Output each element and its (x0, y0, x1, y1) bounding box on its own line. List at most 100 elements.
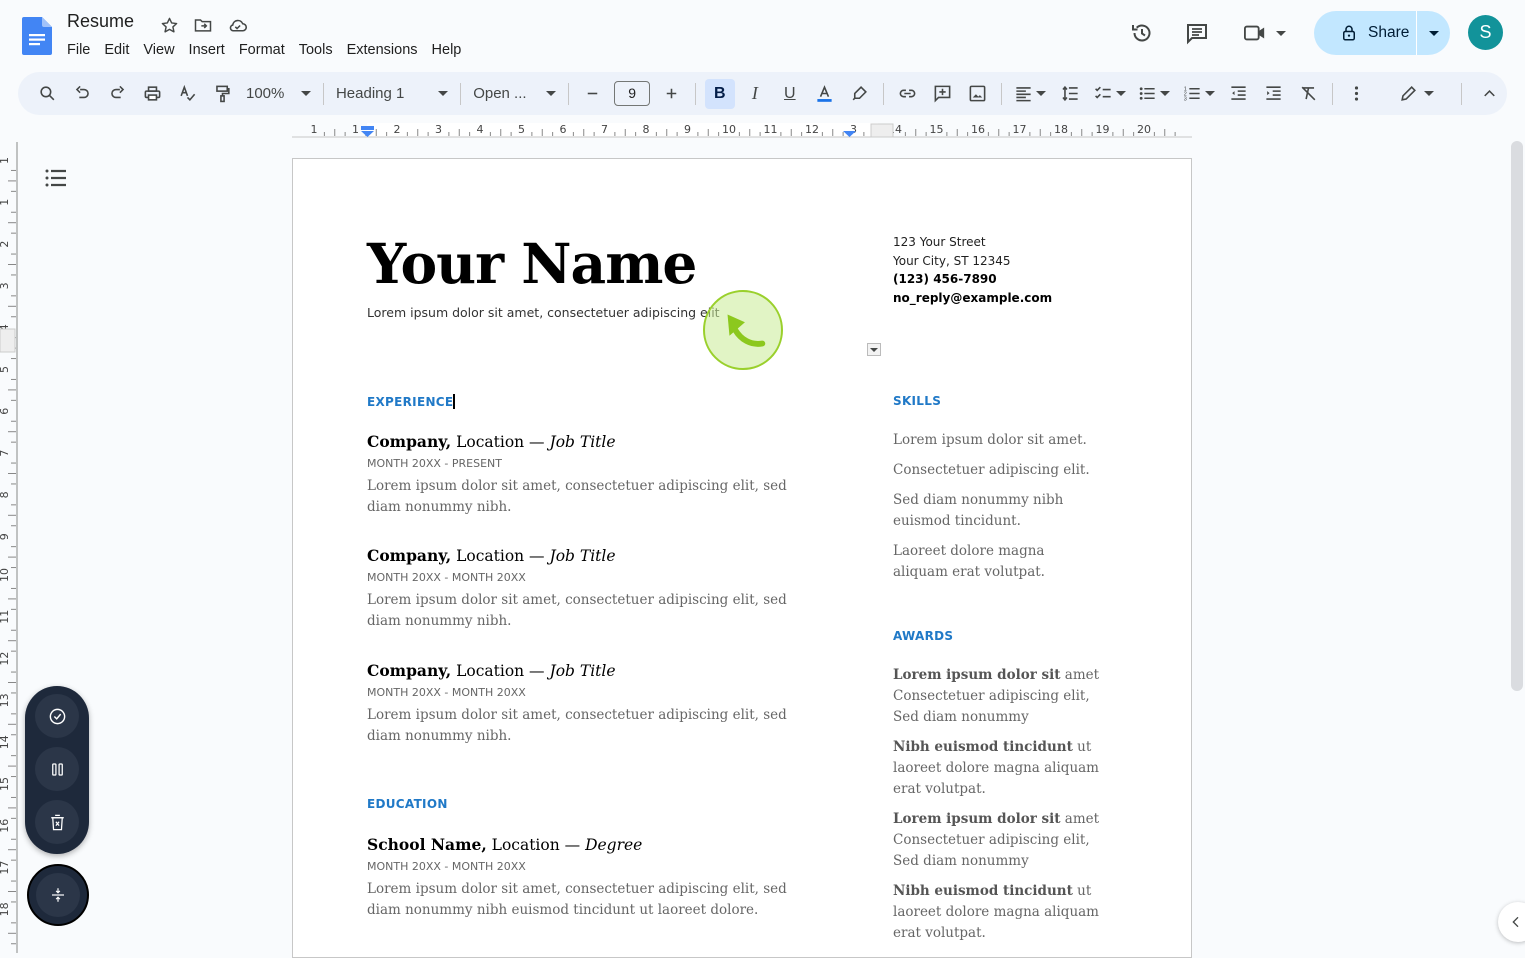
chevron-left-icon (1512, 916, 1519, 928)
menu-tools[interactable]: Tools (292, 40, 340, 60)
education-entry[interactable]: School Name, Location — Degree MONTH 20X… (367, 835, 817, 920)
job-entry[interactable]: Company, Location — Job Title MONTH 20XX… (367, 432, 817, 517)
bold-icon: B (714, 84, 726, 102)
document-page[interactable]: Your Name Lorem ipsum dolor sit amet, co… (292, 158, 1192, 958)
chevron-down-icon (1036, 91, 1047, 96)
line-spacing-button[interactable] (1055, 79, 1085, 109)
decrease-indent-button[interactable] (1223, 79, 1253, 109)
curved-arrow-icon (727, 314, 766, 347)
menu-view[interactable]: View (136, 40, 181, 60)
awards-heading[interactable]: AWARDS (893, 629, 953, 643)
clear-formatting-button[interactable] (1293, 79, 1323, 109)
menu-extensions[interactable]: Extensions (340, 40, 425, 60)
share-options-button[interactable] (1417, 11, 1450, 55)
education-heading[interactable]: EDUCATION (367, 797, 448, 811)
hide-menus-button[interactable] (1474, 79, 1504, 109)
search-icon (40, 86, 55, 101)
vertical-ruler[interactable]: 1123456789101112131415161718 (0, 142, 18, 953)
menu-edit[interactable]: Edit (97, 40, 136, 60)
ruler-label: 1 (0, 199, 11, 206)
paint-format-button[interactable] (208, 79, 238, 109)
menu-insert[interactable]: Insert (182, 40, 232, 60)
increase-indent-button[interactable] (1258, 79, 1288, 109)
ruler-label: 2 (0, 241, 11, 248)
checklist-button[interactable] (1090, 79, 1129, 109)
contact-info[interactable]: 123 Your Street Your City, ST 12345 (123… (893, 233, 1052, 307)
google-docs-icon[interactable] (22, 17, 52, 55)
paragraph-style-select[interactable]: Heading 1 (330, 85, 454, 102)
discard-recording-button[interactable] (35, 800, 79, 844)
experience-heading[interactable]: EXPERIENCE (367, 394, 455, 409)
video-call-button[interactable] (1237, 13, 1291, 53)
bold-button[interactable]: B (704, 78, 735, 109)
insert-link-button[interactable] (893, 79, 923, 109)
skills-list[interactable]: Lorem ipsum dolor sit amet. Consectetuer… (893, 430, 1103, 592)
font-select[interactable]: Open ... (467, 85, 562, 102)
underline-button[interactable]: U (775, 79, 805, 109)
comments-icon[interactable] (1177, 13, 1217, 53)
document-title[interactable]: Resume (67, 11, 134, 32)
increase-font-size-button[interactable] (657, 79, 687, 109)
job-title: Job Title (549, 547, 616, 565)
job-title: Job Title (549, 662, 616, 680)
finish-recording-button[interactable] (35, 694, 79, 738)
resume-name[interactable]: Your Name (367, 231, 697, 296)
awards-list[interactable]: Lorem ipsum dolor sit amet Consectetuer … (893, 665, 1103, 953)
table-options-button[interactable] (867, 343, 881, 356)
italic-button[interactable]: I (740, 79, 770, 109)
highlight-color-button[interactable] (845, 79, 875, 109)
pencil-icon (1401, 86, 1416, 101)
font-size-input[interactable]: 9 (613, 81, 651, 106)
job-entry[interactable]: Company, Location — Job Title MONTH 20XX… (367, 546, 817, 631)
version-history-icon[interactable] (1122, 13, 1162, 53)
menu-file[interactable]: File (60, 40, 97, 60)
collapse-widget-button[interactable] (27, 864, 89, 926)
first-line-indent-marker (361, 126, 374, 130)
horizontal-ruler[interactable]: 1 1 2 3 4 5 6 7 8 9 10 11 12 3 14 15 16 17 18 19 20 (0, 120, 1508, 142)
search-menus-button[interactable] (33, 79, 63, 109)
document-outline-button[interactable] (44, 167, 68, 189)
text-color-button[interactable] (810, 79, 840, 109)
avatar[interactable]: S (1468, 15, 1503, 50)
spell-check-icon (180, 84, 196, 101)
share-button[interactable]: Share (1314, 11, 1416, 55)
redo-icon (111, 85, 125, 99)
menu-help[interactable]: Help (425, 40, 469, 60)
resume-subtitle[interactable]: Lorem ipsum dolor sit amet, consectetuer… (367, 305, 720, 320)
editing-mode-button[interactable] (1392, 79, 1441, 109)
decrease-font-size-button[interactable] (577, 79, 607, 109)
more-options-button[interactable] (1341, 79, 1371, 109)
bulleted-list-button[interactable] (1135, 79, 1174, 109)
ruler-label: 8 (643, 123, 650, 136)
zoom-select[interactable]: 100% (240, 85, 317, 102)
star-icon[interactable] (158, 14, 180, 36)
redo-button[interactable] (103, 79, 133, 109)
spelling-button[interactable] (173, 79, 203, 109)
align-button[interactable] (1011, 79, 1050, 109)
toolbar-divider (322, 82, 324, 105)
menu-format[interactable]: Format (232, 40, 292, 60)
numbered-list-button[interactable]: 123 (1179, 79, 1218, 109)
ruler-label: 8 (0, 491, 11, 498)
underline-icon: U (784, 84, 796, 102)
insert-image-button[interactable] (963, 79, 993, 109)
skills-heading[interactable]: SKILLS (893, 394, 941, 408)
scrollbar-thumb[interactable] (1511, 141, 1523, 691)
pause-recording-button[interactable] (35, 747, 79, 791)
add-comment-button[interactable] (928, 79, 958, 109)
checklist-icon (1094, 86, 1111, 99)
undo-button[interactable] (68, 79, 98, 109)
move-to-folder-icon[interactable] (192, 14, 214, 36)
toolbar-divider (460, 82, 462, 105)
ruler-label: 19 (1096, 123, 1110, 136)
image-icon (969, 85, 986, 102)
toolbar-divider (1001, 82, 1003, 105)
ruler-label: 15 (0, 777, 11, 791)
italic-icon: I (751, 83, 758, 103)
print-button[interactable] (138, 79, 168, 109)
award-title: Lorem ipsum dolor sit (893, 811, 1061, 827)
ruler-label: 10 (0, 568, 11, 582)
job-entry[interactable]: Company, Location — Job Title MONTH 20XX… (367, 661, 817, 746)
cloud-saved-icon[interactable] (226, 14, 248, 36)
side-panel-toggle[interactable] (1498, 902, 1525, 942)
